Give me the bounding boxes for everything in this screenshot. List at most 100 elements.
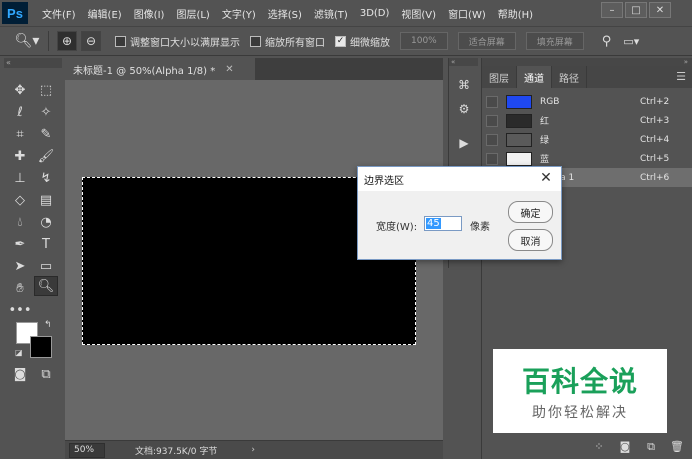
toolbox-collapse-icon[interactable]: « bbox=[4, 58, 62, 68]
channel-thumbnail bbox=[506, 151, 532, 166]
canvas-area[interactable] bbox=[65, 80, 443, 440]
move-tool-icon[interactable]: ✥ bbox=[8, 80, 32, 100]
menu-select[interactable]: 选择(S) bbox=[268, 6, 302, 21]
fit-screen-button[interactable]: 适合屏幕 bbox=[457, 32, 516, 50]
tab-paths[interactable]: 路径 bbox=[552, 66, 587, 88]
lasso-tool-icon[interactable]: ℓ bbox=[8, 102, 32, 122]
close-icon[interactable]: ✕ bbox=[537, 169, 555, 187]
channel-row-red[interactable]: 红 Ctrl+3 bbox=[482, 111, 692, 130]
visibility-toggle-icon[interactable] bbox=[486, 152, 498, 165]
scrubby-zoom-label: 细微缩放 bbox=[350, 37, 390, 49]
hand-tool-icon[interactable]: ✋︎ bbox=[8, 278, 32, 298]
zoom-out-icon[interactable]: ⊖ bbox=[81, 31, 101, 51]
more-tools-icon[interactable]: ••• bbox=[8, 300, 32, 320]
channel-row-rgb[interactable]: RGB Ctrl+2 bbox=[482, 92, 692, 111]
zoom-all-checkbox[interactable] bbox=[250, 35, 261, 47]
menu-window[interactable]: 窗口(W) bbox=[448, 6, 486, 21]
channel-name: 蓝 bbox=[540, 155, 550, 165]
menu-3d[interactable]: 3D(D) bbox=[360, 8, 390, 19]
save-selection-icon[interactable]: ◙ bbox=[617, 440, 633, 454]
menu-file[interactable]: 文件(F) bbox=[42, 6, 76, 21]
screen-mode-icon[interactable]: ⧉ bbox=[34, 364, 58, 384]
history-panel-icon[interactable]: ⌘ bbox=[454, 76, 474, 94]
load-selection-icon[interactable]: ⁘ bbox=[591, 440, 607, 454]
document-tab-bar: 未标题-1 @ 50%(Alpha 1/8) * ✕ bbox=[65, 58, 443, 80]
fit-window-checkbox[interactable] bbox=[115, 35, 126, 47]
workspace-switcher-icon[interactable]: ▭▾ bbox=[623, 35, 639, 48]
delete-channel-icon[interactable]: 🗑︎ bbox=[669, 440, 685, 454]
menu-image[interactable]: 图像(I) bbox=[134, 6, 165, 21]
eyedropper-tool-icon[interactable]: ✎ bbox=[34, 124, 58, 144]
tab-layers[interactable]: 图层 bbox=[482, 66, 517, 88]
zoom-100-button[interactable]: 100% bbox=[400, 32, 448, 50]
maximize-button[interactable]: □ bbox=[625, 2, 647, 18]
watermark-subtitle: 助你轻松解决 bbox=[532, 405, 628, 421]
zoom-tool-icon[interactable]: 🔍︎ bbox=[34, 276, 58, 296]
zoom-in-icon[interactable]: ⊕ bbox=[57, 31, 77, 51]
close-tab-icon[interactable]: ✕ bbox=[225, 64, 233, 75]
scrubby-zoom-checkbox[interactable]: ✓ bbox=[335, 35, 346, 47]
rectangle-tool-icon[interactable]: ▭ bbox=[34, 256, 58, 276]
crop-tool-icon[interactable]: ⌗ bbox=[8, 124, 32, 144]
menu-edit[interactable]: 编辑(E) bbox=[88, 6, 122, 21]
path-selection-tool-icon[interactable]: ➤ bbox=[8, 256, 32, 276]
menu-bar: Ps 文件(F) 编辑(E) 图像(I) 图层(L) 文字(Y) 选择(S) 滤… bbox=[0, 0, 692, 26]
background-color-swatch[interactable] bbox=[30, 336, 52, 358]
marquee-tool-icon[interactable]: ⬚ bbox=[34, 80, 58, 100]
swap-colors-icon[interactable]: ↰ bbox=[44, 320, 52, 330]
fit-window-label: 调整窗口大小以满屏显示 bbox=[130, 37, 240, 49]
watermark: 百科全说 助你轻松解决 bbox=[493, 349, 667, 433]
visibility-toggle-icon[interactable] bbox=[486, 95, 498, 108]
ok-button[interactable]: 确定 bbox=[508, 201, 553, 223]
menu-type[interactable]: 文字(Y) bbox=[222, 6, 256, 21]
menu-filter[interactable]: 滤镜(T) bbox=[314, 6, 348, 21]
dock-collapse-icon[interactable]: « bbox=[449, 58, 478, 66]
status-menu-arrow-icon[interactable]: › bbox=[251, 445, 255, 455]
visibility-toggle-icon[interactable] bbox=[486, 133, 498, 146]
zoom-tool-preset-icon[interactable]: 🔍︎▾ bbox=[14, 30, 40, 52]
magic-wand-tool-icon[interactable]: ✧ bbox=[34, 102, 58, 122]
gradient-tool-icon[interactable]: ▤ bbox=[34, 190, 58, 210]
zoom-all-label: 缩放所有窗口 bbox=[265, 37, 325, 49]
channel-shortcut: Ctrl+6 bbox=[640, 172, 670, 183]
document-tab[interactable]: 未标题-1 @ 50%(Alpha 1/8) * ✕ bbox=[65, 58, 255, 80]
width-input[interactable]: 45 bbox=[424, 216, 462, 231]
minimize-button[interactable]: – bbox=[601, 2, 623, 18]
panel-collapse-icon[interactable]: » bbox=[482, 58, 692, 66]
channel-shortcut: Ctrl+4 bbox=[640, 134, 670, 145]
close-window-button[interactable]: ✕ bbox=[649, 2, 671, 18]
status-bar: 50% 文档:937.5K/0 字节 › bbox=[65, 440, 443, 459]
fill-screen-button[interactable]: 填充屏幕 bbox=[525, 32, 584, 50]
search-icon[interactable]: ⚲ bbox=[602, 34, 612, 49]
channel-name: RGB bbox=[540, 96, 560, 107]
dialog-title: 边界选区 bbox=[364, 175, 404, 187]
default-colors-icon[interactable]: ◪ bbox=[15, 348, 23, 357]
visibility-toggle-icon[interactable] bbox=[486, 114, 498, 127]
tab-channels[interactable]: 通道 bbox=[517, 66, 552, 88]
healing-brush-tool-icon[interactable]: ✚ bbox=[8, 146, 32, 166]
channel-shortcut: Ctrl+5 bbox=[640, 153, 670, 164]
blur-tool-icon[interactable]: 💧︎ bbox=[8, 212, 32, 232]
quick-mask-icon[interactable]: ◙ bbox=[8, 364, 32, 384]
brush-tool-icon[interactable]: 🖌︎ bbox=[34, 146, 58, 166]
history-brush-tool-icon[interactable]: ↯ bbox=[34, 168, 58, 188]
cancel-button[interactable]: 取消 bbox=[508, 229, 553, 251]
new-channel-icon[interactable]: ⧉ bbox=[643, 440, 659, 454]
dodge-tool-icon[interactable]: ◔ bbox=[34, 212, 58, 232]
dialog-title-bar: 边界选区 ✕ bbox=[358, 167, 561, 191]
width-value: 45 bbox=[426, 218, 441, 229]
channel-row-green[interactable]: 绿 Ctrl+4 bbox=[482, 130, 692, 149]
actions-play-icon[interactable]: ▶ bbox=[454, 134, 474, 152]
dialog-body: 宽度(W): 45 像素 确定 取消 bbox=[358, 191, 561, 259]
menu-help[interactable]: 帮助(H) bbox=[498, 6, 533, 21]
pen-tool-icon[interactable]: ✒ bbox=[8, 234, 32, 254]
zoom-level-field[interactable]: 50% bbox=[69, 442, 105, 458]
type-tool-icon[interactable]: T bbox=[34, 234, 58, 254]
menu-view[interactable]: 视图(V) bbox=[401, 6, 436, 21]
panel-menu-icon[interactable]: ☰ bbox=[676, 70, 686, 83]
photoshop-logo: Ps bbox=[2, 2, 28, 24]
menu-layer[interactable]: 图层(L) bbox=[176, 6, 209, 21]
properties-panel-icon[interactable]: ⚙ bbox=[454, 100, 474, 118]
eraser-tool-icon[interactable]: ◇ bbox=[8, 190, 32, 210]
clone-stamp-tool-icon[interactable]: ⊥ bbox=[8, 168, 32, 188]
